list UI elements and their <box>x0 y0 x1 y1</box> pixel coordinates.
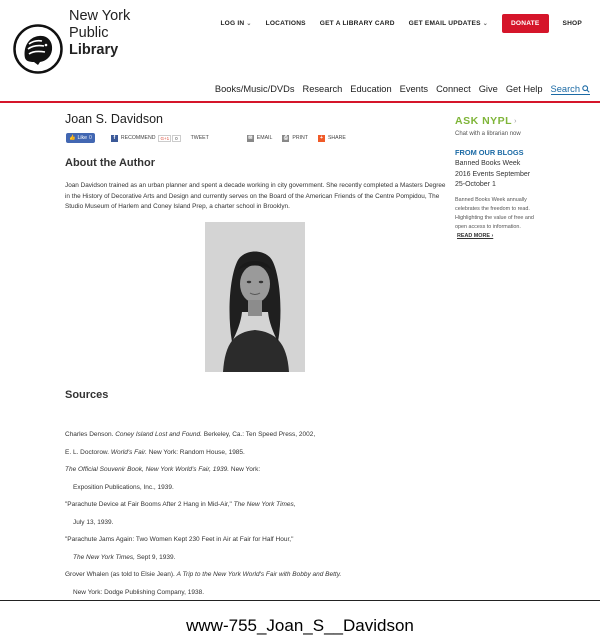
sources-heading: Sources <box>65 389 109 401</box>
locations-link[interactable]: LOCATIONS <box>266 20 306 27</box>
source-line: E. L. Doctorow. World's Fair. New York: … <box>65 448 245 456</box>
about-heading: About the Author <box>65 157 156 169</box>
main-nav: Books/Music/DVDs Research Education Even… <box>207 84 590 95</box>
nypl-wordmark[interactable]: New York Public Library <box>69 8 130 59</box>
source-line: "Parachute Device at Fair Booms After 2 … <box>65 501 296 508</box>
tweet-button[interactable]: TWEET <box>191 135 209 141</box>
ask-subtitle: Chat with a librarian now <box>455 131 521 137</box>
facebook-icon: f <box>110 134 118 142</box>
browser-page: New York Public Library LOG IN ⌄ LOCATIO… <box>0 0 600 601</box>
nav-research[interactable]: Research <box>302 84 342 95</box>
source-line: July 13, 1939. <box>73 518 114 526</box>
print-label: PRINT <box>292 135 308 141</box>
nav-education[interactable]: Education <box>350 84 391 95</box>
thumbs-up-icon: 👍 <box>69 135 76 141</box>
nav-get-help[interactable]: Get Help <box>506 84 543 95</box>
ask-nypl-logo: ASK NYPL › <box>455 115 517 127</box>
login-label: LOG IN <box>220 20 245 27</box>
email-share-button[interactable]: ✉ EMAIL <box>246 134 273 142</box>
page-title: Joan S. Davidson <box>65 112 163 126</box>
like-label: Like <box>77 135 87 141</box>
source-line: The Official Souvenir Book, New York Wor… <box>65 466 261 473</box>
chevron-right-icon: › <box>514 117 517 125</box>
header-divider <box>0 101 600 103</box>
search-label: Search <box>550 84 580 94</box>
like-count: 0 <box>89 135 92 141</box>
nav-events[interactable]: Events <box>400 84 428 95</box>
envelope-icon: ✉ <box>246 134 254 142</box>
logo-line: New York <box>69 8 131 24</box>
source-line: Grover Whalen (as told to Elsie Jean). A… <box>65 571 342 578</box>
printer-icon: ⎙ <box>282 134 290 142</box>
recommend-button[interactable]: f RECOMMEND G+1 0 <box>110 134 181 142</box>
share-label: SHARE <box>327 135 346 141</box>
google-plus-icon[interactable]: G+1 <box>158 134 172 142</box>
email-updates-label: GET EMAIL UPDATES <box>408 20 481 27</box>
author-bio: Joan Davidson trained as an urban planne… <box>65 182 446 211</box>
logo-line: Library <box>69 42 119 58</box>
chevron-down-icon: ⌄ <box>246 21 252 27</box>
source-line: Charles Denson. Coney Island Lost and Fo… <box>65 431 316 438</box>
facebook-like-button[interactable]: 👍 Like 0 <box>66 133 95 143</box>
logo-line: Public <box>69 25 109 41</box>
sources-list: Charles Denson. Coney Island Lost and Fo… <box>65 430 445 600</box>
donate-button[interactable]: DONATE <box>501 14 549 33</box>
blog-post-title[interactable]: Banned Books Week 2016 Events September … <box>455 159 535 191</box>
email-updates-link[interactable]: GET EMAIL UPDATES ⌄ <box>409 20 488 27</box>
nypl-lion-logo-icon[interactable] <box>13 24 63 74</box>
chevron-down-icon: ⌄ <box>482 21 488 27</box>
gplus-count: 0 <box>172 134 181 142</box>
nav-connect[interactable]: Connect <box>436 84 471 95</box>
blog-post-description: Banned Books Week annually celebrates th… <box>455 197 534 239</box>
print-button[interactable]: ⎙ PRINT <box>282 134 308 142</box>
source-line: "Parachute Jams Again: Two Women Kept 23… <box>65 536 294 543</box>
share-button[interactable]: + SHARE <box>317 134 346 142</box>
search-button[interactable]: Search <box>550 84 590 95</box>
source-line: New York: Dodge Publishing Company, 1938… <box>73 588 205 596</box>
utility-nav: LOG IN ⌄ LOCATIONS GET A LIBRARY CARD GE… <box>206 14 582 33</box>
email-label: EMAIL <box>256 135 273 141</box>
ask-nypl-widget[interactable]: ASK NYPL › Chat with a librarian now <box>455 115 521 137</box>
library-card-link[interactable]: GET A LIBRARY CARD <box>320 20 395 27</box>
source-line: Exposition Publications, Inc., 1939. <box>73 483 174 491</box>
search-icon <box>582 85 590 93</box>
author-photo <box>205 222 305 372</box>
shop-link[interactable]: SHOP <box>563 20 583 27</box>
source-line: The New York Times, Sept 9, 1939. <box>73 553 176 561</box>
image-caption: www-755_Joan_S__Davidson <box>186 616 414 635</box>
read-more-link[interactable]: READ MORE › <box>457 233 493 239</box>
plus-icon: + <box>317 134 325 142</box>
login-link[interactable]: LOG IN ⌄ <box>220 20 251 27</box>
nav-books-music-dvds[interactable]: Books/Music/DVDs <box>215 84 295 95</box>
blogs-heading[interactable]: FROM OUR BLOGS <box>455 148 524 157</box>
recommend-label: RECOMMEND <box>120 135 156 141</box>
share-bar: 👍 Like 0 f RECOMMEND G+1 0 TWEET ✉ EMAIL… <box>66 133 346 143</box>
nav-give[interactable]: Give <box>479 84 498 95</box>
